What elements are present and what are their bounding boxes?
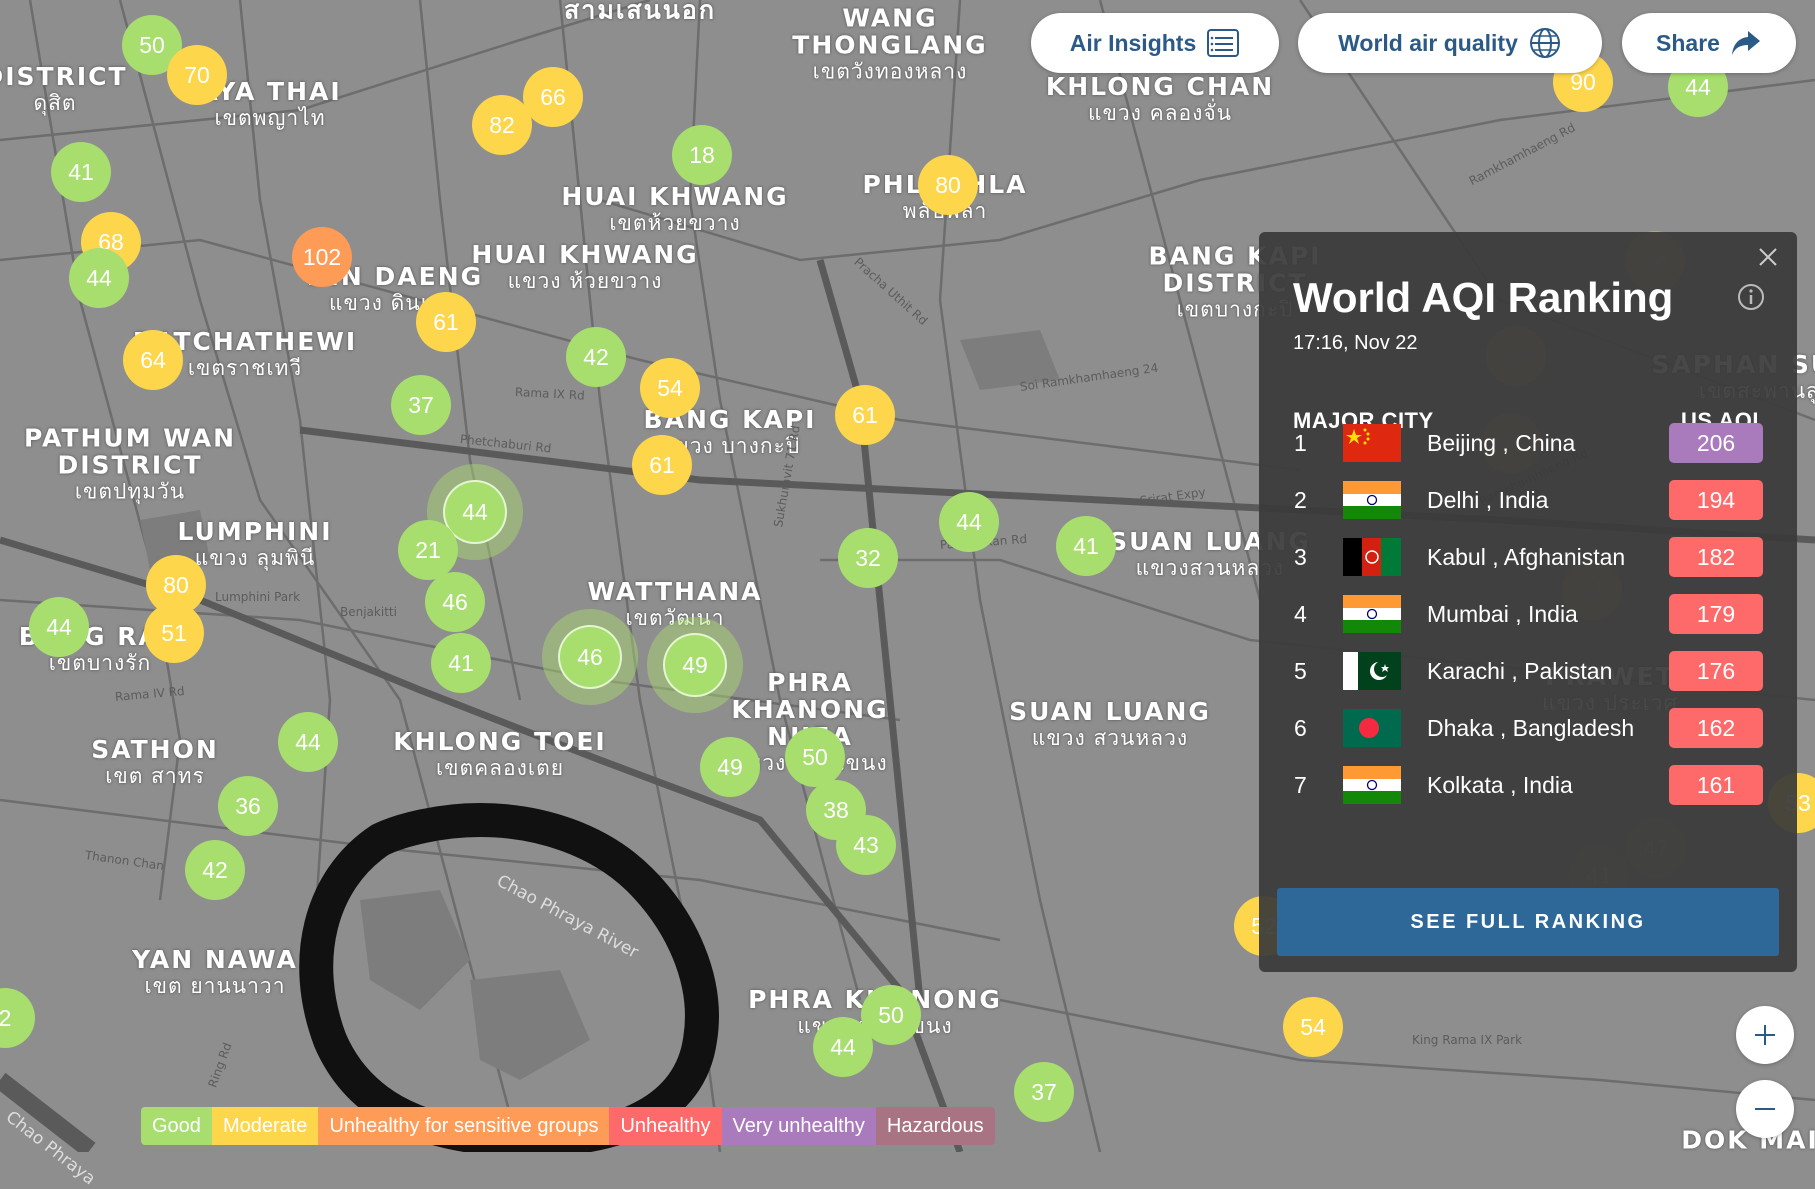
- city-name[interactable]: Beijing , China: [1427, 430, 1575, 457]
- india-flag-icon: [1343, 481, 1401, 519]
- legend-item: Unhealthy: [609, 1107, 722, 1145]
- ranking-timestamp: 17:16, Nov 22: [1293, 332, 1418, 354]
- aqi-marker[interactable]: 42: [185, 840, 245, 900]
- aqi-marker[interactable]: 44: [29, 597, 89, 657]
- city-name[interactable]: Delhi , India: [1427, 487, 1548, 514]
- road-label: King Rama IX Park: [1412, 1033, 1523, 1047]
- india-flag-icon: [1343, 595, 1401, 633]
- share-label: Share: [1656, 29, 1720, 56]
- ranking-row[interactable]: 2 Delhi , India 194: [1259, 480, 1797, 520]
- aqi-marker[interactable]: 49: [663, 633, 727, 697]
- aqi-badge: 182: [1669, 537, 1763, 577]
- china-flag-icon: [1343, 424, 1401, 462]
- aqi-marker[interactable]: 44: [278, 712, 338, 772]
- see-full-ranking-button[interactable]: SEE FULL RANKING: [1277, 888, 1779, 956]
- aqi-marker[interactable]: 82: [472, 95, 532, 155]
- minus-icon: [1755, 1108, 1775, 1110]
- share-arrow-icon: [1731, 31, 1760, 55]
- aqi-badge: 194: [1669, 480, 1763, 520]
- air-insights-label: Air Insights: [1069, 29, 1197, 56]
- ranking-title: World AQI Ranking: [1293, 274, 1674, 321]
- aqi-marker[interactable]: 64: [123, 330, 183, 390]
- ranking-row[interactable]: 1 Beijing , China 206: [1259, 423, 1797, 463]
- aqi-badge: 161: [1669, 765, 1763, 805]
- pakistan-flag-icon: [1343, 652, 1401, 690]
- aqi-marker[interactable]: 37: [1014, 1062, 1074, 1122]
- world-aqi-ranking-panel: World AQI Ranking 17:16, Nov 22 MAJOR CI…: [1259, 232, 1797, 972]
- aqi-marker[interactable]: 37: [391, 375, 451, 435]
- aqi-marker[interactable]: 41: [431, 633, 491, 693]
- rank-number: 5: [1294, 657, 1307, 684]
- aqi-marker[interactable]: 70: [167, 45, 227, 105]
- aqi-badge: 176: [1669, 651, 1763, 691]
- aqi-marker[interactable]: 102: [292, 227, 352, 287]
- aqi-marker[interactable]: 36: [218, 776, 278, 836]
- aqi-marker[interactable]: 49: [700, 737, 760, 797]
- city-name[interactable]: Karachi , Pakistan: [1427, 658, 1612, 685]
- legend-item: Hazardous: [875, 1107, 995, 1145]
- aqi-marker[interactable]: 61: [835, 385, 895, 445]
- rank-number: 3: [1294, 543, 1307, 570]
- plus-icon: [1755, 1025, 1775, 1045]
- aqi-marker[interactable]: 41: [51, 142, 111, 202]
- city-name[interactable]: Dhaka , Bangladesh: [1427, 715, 1634, 742]
- aqi-marker[interactable]: 66: [523, 67, 583, 127]
- aqi-marker[interactable]: 44: [813, 1017, 873, 1077]
- india-flag-icon: [1343, 766, 1401, 804]
- ranking-row[interactable]: 7 Kolkata , India 161: [1259, 765, 1797, 805]
- rank-number: 1: [1294, 429, 1307, 456]
- afghanistan-flag-icon: [1343, 538, 1401, 576]
- aqi-marker[interactable]: 44: [69, 248, 129, 308]
- legend-item: Unhealthy for sensitive groups: [318, 1107, 610, 1145]
- rank-number: 4: [1294, 600, 1307, 627]
- aqi-marker[interactable]: 32: [838, 528, 898, 588]
- aqi-marker[interactable]: 21: [398, 520, 458, 580]
- city-name[interactable]: Mumbai , India: [1427, 601, 1578, 628]
- aqi-legend: Good Moderate Unhealthy for sensitive grou…: [141, 1107, 995, 1145]
- legend-item: Moderate: [211, 1107, 319, 1145]
- aqi-marker[interactable]: 44: [939, 492, 999, 552]
- close-icon[interactable]: [1753, 242, 1783, 272]
- rank-number: 6: [1294, 714, 1307, 741]
- air-insights-button[interactable]: Air Insights: [1031, 13, 1279, 73]
- aqi-marker[interactable]: 61: [632, 435, 692, 495]
- ranking-row[interactable]: 6 Dhaka , Bangladesh 162: [1259, 708, 1797, 748]
- aqi-marker[interactable]: 42: [566, 327, 626, 387]
- aqi-marker[interactable]: 43: [836, 815, 896, 875]
- globe-icon: [1529, 28, 1560, 58]
- aqi-badge: 179: [1669, 594, 1763, 634]
- aqi-marker[interactable]: 46: [558, 625, 622, 689]
- aqi-marker[interactable]: 41: [1056, 516, 1116, 576]
- zoom-out-button[interactable]: [1736, 1080, 1794, 1138]
- ranking-row[interactable]: 4 Mumbai , India 179: [1259, 594, 1797, 634]
- aqi-marker[interactable]: 54: [640, 358, 700, 418]
- ranking-row[interactable]: 3 Kabul , Afghanistan 182: [1259, 537, 1797, 577]
- aqi-marker[interactable]: 18: [672, 125, 732, 185]
- city-name[interactable]: Kabul , Afghanistan: [1427, 544, 1625, 571]
- list-icon: [1207, 29, 1240, 57]
- info-icon[interactable]: [1736, 282, 1766, 312]
- bangladesh-flag-icon: [1343, 709, 1401, 747]
- aqi-marker[interactable]: 51: [144, 603, 204, 663]
- world-air-quality-button[interactable]: World air quality: [1298, 13, 1602, 73]
- aqi-marker[interactable]: 80: [918, 155, 978, 215]
- aqi-marker[interactable]: 54: [1283, 997, 1343, 1057]
- aqi-badge: 206: [1669, 423, 1763, 463]
- road-label: Benjakitti: [340, 605, 397, 619]
- zoom-in-button[interactable]: [1736, 1006, 1794, 1064]
- aqi-badge: 162: [1669, 708, 1763, 748]
- aqi-marker[interactable]: 61: [416, 292, 476, 352]
- legend-item: Good: [141, 1107, 212, 1145]
- ranking-row[interactable]: 5 Karachi , Pakistan 176: [1259, 651, 1797, 691]
- share-button[interactable]: Share: [1622, 13, 1796, 73]
- road-label: Lumphini Park: [215, 590, 301, 604]
- aqi-marker[interactable]: 46: [425, 572, 485, 632]
- rank-number: 2: [1294, 486, 1307, 513]
- city-name[interactable]: Kolkata , India: [1427, 772, 1573, 799]
- world-air-quality-label: World air quality: [1338, 29, 1518, 56]
- rank-number: 7: [1294, 771, 1307, 798]
- aqi-marker[interactable]: 50: [785, 727, 845, 787]
- legend-item: Very unhealthy: [721, 1107, 876, 1145]
